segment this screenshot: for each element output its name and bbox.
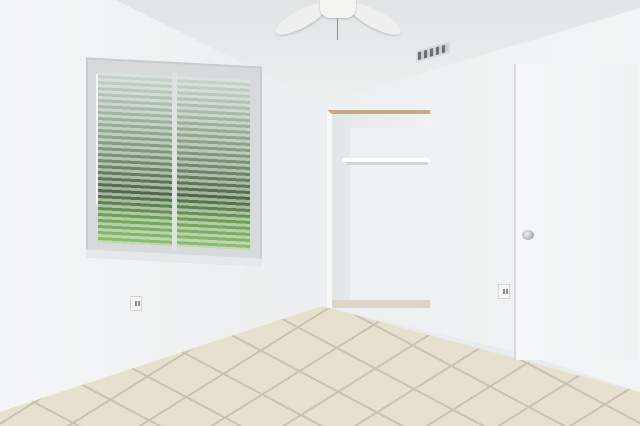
ceiling-fan (268, 0, 408, 44)
closet-floor (332, 300, 430, 308)
wall-outlet (498, 284, 510, 299)
window-mullion (172, 71, 177, 251)
fan-hub (320, 0, 356, 18)
blind-cord (96, 73, 98, 205)
room-photo (0, 0, 640, 426)
door-knob (522, 230, 534, 240)
window (86, 57, 262, 267)
closet-rod (346, 162, 428, 165)
wall-outlet (130, 296, 142, 311)
door (514, 64, 638, 360)
open-closet (327, 110, 430, 308)
fan-pull-chain (337, 18, 338, 40)
closet-back-wall (350, 128, 430, 308)
